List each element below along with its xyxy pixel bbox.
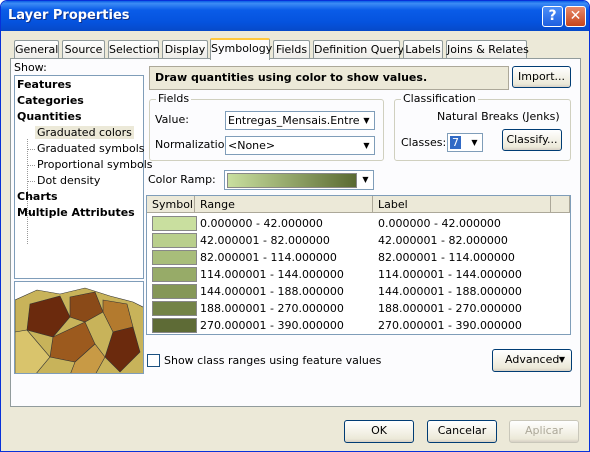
color-ramp-label: Color Ramp: — [148, 173, 216, 186]
table-row[interactable]: 114.000001 - 144.000000 114.000001 - 144… — [147, 266, 570, 283]
normalization-combobox[interactable]: <None> ▼ — [225, 136, 375, 155]
normalization-label: Normalization: — [155, 138, 236, 151]
show-tree[interactable]: Features Categories Quantities Graduated… — [14, 75, 153, 279]
show-label: Show: — [14, 61, 47, 74]
classification-group-title: Classification — [401, 92, 478, 105]
symbol-swatch[interactable] — [152, 250, 197, 265]
column-header-label[interactable]: Label — [373, 196, 551, 213]
chevron-down-icon[interactable]: ▼ — [358, 171, 373, 188]
label-cell[interactable]: 114.000001 - 144.000000 — [378, 268, 522, 281]
color-ramp-combobox[interactable]: ▼ — [224, 170, 374, 190]
advanced-button-label: Advanced — [505, 353, 560, 366]
classification-group: Classification Natural Breaks (Jenks) Cl… — [394, 92, 571, 161]
tab-symbology[interactable]: Symbology — [210, 38, 272, 60]
chevron-down-icon[interactable]: ▼ — [359, 112, 374, 129]
classes-combobox[interactable]: 7 ▼ — [447, 133, 483, 152]
label-cell[interactable]: 270.000001 - 390.000000 — [378, 319, 522, 332]
tree-item-charts[interactable]: Charts — [17, 190, 58, 203]
tree-item-multiple-attributes[interactable]: Multiple Attributes — [17, 206, 135, 219]
layer-properties-dialog: Layer Properties ? ✕ General Source Sele… — [0, 0, 590, 452]
tree-item-quantities[interactable]: Quantities — [17, 110, 82, 123]
tree-item-categories[interactable]: Categories — [17, 94, 84, 107]
symbol-swatch[interactable] — [152, 267, 197, 282]
classify-button[interactable]: Classify... — [502, 129, 562, 151]
tree-item-graduated-colors[interactable]: Graduated colors — [35, 126, 134, 139]
table-row[interactable]: 42.000001 - 82.000000 42.000001 - 82.000… — [147, 232, 570, 249]
fields-group-title: Fields — [156, 92, 192, 105]
renderer-description: Draw quantities using color to show valu… — [149, 66, 509, 90]
table-row[interactable]: 0.000000 - 42.000000 0.000000 - 42.00000… — [147, 215, 570, 232]
class-table[interactable]: Symbol Range Label 0.000000 - 42.000000 … — [146, 195, 571, 335]
help-icon: ? — [548, 8, 557, 24]
label-cell[interactable]: 42.000001 - 82.000000 — [378, 234, 508, 247]
tab-joins-relates[interactable]: Joins & Relates — [446, 40, 529, 59]
cancel-button[interactable]: Cancelar — [427, 420, 497, 443]
value-combobox[interactable]: Entregas_Mensais.Entregas ▼ — [225, 111, 375, 130]
chevron-down-icon[interactable]: ▼ — [359, 137, 374, 154]
table-row[interactable]: 144.000001 - 188.000000 144.000001 - 188… — [147, 283, 570, 300]
classes-selection: 7 — [450, 136, 461, 149]
tab-general[interactable]: General — [14, 40, 59, 59]
tab-labels[interactable]: Labels — [403, 40, 443, 59]
window-title: Layer Properties — [8, 8, 130, 23]
tab-fields[interactable]: Fields — [273, 40, 310, 59]
column-header-symbol[interactable]: Symbol — [147, 196, 195, 213]
symbology-preview-image — [14, 281, 144, 374]
ok-button[interactable]: OK — [344, 420, 414, 443]
table-row[interactable]: 82.000001 - 114.000000 82.000001 - 114.0… — [147, 249, 570, 266]
symbol-swatch[interactable] — [152, 301, 197, 316]
tree-item-features[interactable]: Features — [17, 78, 71, 91]
dropdown-arrow-icon: ▼ — [558, 355, 565, 364]
table-row[interactable]: 270.000001 - 390.000000 270.000001 - 390… — [147, 317, 570, 334]
tree-item-proportional-symbols[interactable]: Proportional symbols — [37, 158, 153, 171]
label-cell[interactable]: 0.000000 - 42.000000 — [378, 217, 501, 230]
chevron-down-icon[interactable]: ▼ — [467, 134, 482, 151]
advanced-button[interactable]: Advanced ▼ — [492, 349, 572, 372]
label-cell[interactable]: 144.000001 - 188.000000 — [378, 285, 522, 298]
range-cell[interactable]: 0.000000 - 42.000000 — [200, 217, 323, 230]
range-cell[interactable]: 270.000001 - 390.000000 — [200, 319, 344, 332]
range-cell[interactable]: 188.000001 - 270.000000 — [200, 302, 344, 315]
show-class-ranges-checkbox[interactable] — [147, 354, 160, 367]
label-cell[interactable]: 188.000001 - 270.000000 — [378, 302, 522, 315]
classification-method: Natural Breaks (Jenks) — [437, 110, 560, 123]
range-cell[interactable]: 82.000001 - 114.000000 — [200, 251, 337, 264]
table-row[interactable]: 188.000001 - 270.000000 188.000001 - 270… — [147, 300, 570, 317]
tab-display[interactable]: Display — [162, 40, 208, 59]
normalization-selection: <None> — [228, 139, 276, 152]
value-selection: Entregas_Mensais.Entregas — [228, 114, 375, 127]
tab-definition-query[interactable]: Definition Query — [313, 40, 404, 59]
tree-item-dot-density[interactable]: Dot density — [37, 174, 100, 187]
close-button[interactable]: ✕ — [565, 6, 586, 27]
color-ramp-row: Color Ramp: ▼ — [148, 170, 378, 191]
tree-connector — [27, 181, 35, 182]
help-button[interactable]: ? — [542, 6, 563, 27]
tab-source[interactable]: Source — [62, 40, 105, 59]
range-cell[interactable]: 114.000001 - 144.000000 — [200, 268, 344, 281]
tree-item-graduated-symbols[interactable]: Graduated symbols — [37, 142, 145, 155]
symbol-swatch[interactable] — [152, 284, 197, 299]
tree-connector — [27, 149, 35, 150]
fields-group: Fields Value: Entregas_Mensais.Entregas … — [149, 92, 384, 161]
tree-connector — [27, 165, 35, 166]
import-button[interactable]: Import... — [512, 66, 571, 88]
symbol-swatch[interactable] — [152, 233, 197, 248]
column-header-spacer — [551, 196, 570, 213]
tab-selection[interactable]: Selection — [108, 40, 160, 59]
show-class-ranges-label[interactable]: Show class ranges using feature values — [164, 354, 381, 367]
classes-label: Classes: — [401, 136, 447, 149]
apply-button[interactable]: Aplicar — [509, 420, 579, 443]
map-preview-graphic — [15, 282, 143, 373]
symbol-swatch[interactable] — [152, 318, 197, 333]
color-ramp-preview — [227, 173, 357, 188]
range-cell[interactable]: 42.000001 - 82.000000 — [200, 234, 330, 247]
symbology-panel: Show: Features Categories Quantities Gra… — [10, 58, 581, 407]
symbol-swatch[interactable] — [152, 216, 197, 231]
close-icon: ✕ — [569, 8, 582, 24]
label-cell[interactable]: 82.000001 - 114.000000 — [378, 251, 515, 264]
range-cell[interactable]: 144.000001 - 188.000000 — [200, 285, 344, 298]
value-label: Value: — [155, 113, 189, 126]
title-bar[interactable]: Layer Properties ? ✕ — [1, 1, 589, 31]
column-header-range[interactable]: Range — [195, 196, 373, 213]
